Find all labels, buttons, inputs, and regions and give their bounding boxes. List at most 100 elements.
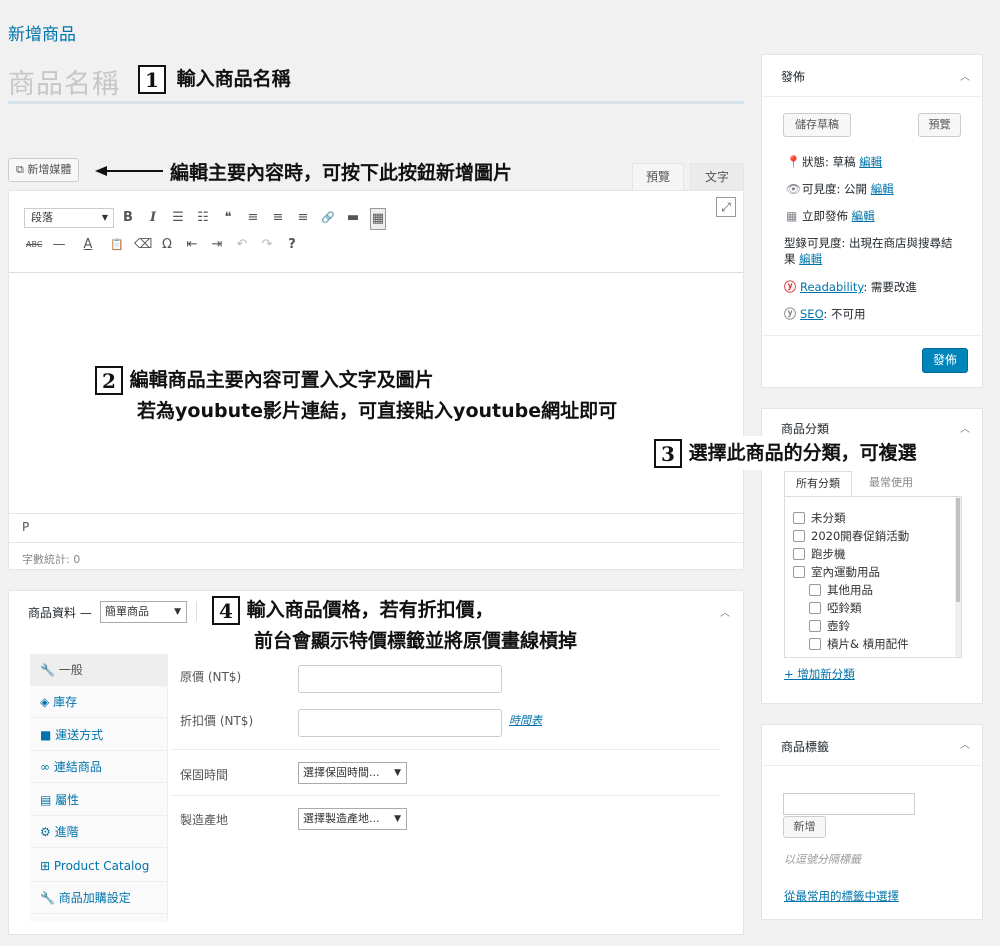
tab-all-categories[interactable]: 所有分類 <box>784 471 852 497</box>
checkbox[interactable] <box>793 530 805 542</box>
category-item[interactable]: 啞鈴類 <box>793 599 961 617</box>
clear-format-icon[interactable]: ⌫ <box>134 235 152 255</box>
readability-link[interactable]: Readability <box>800 280 863 294</box>
link-icon[interactable]: 🔗 <box>320 208 336 230</box>
tab-label: 庫存 <box>53 695 78 709</box>
readability-value: : 需要改進 <box>863 280 917 294</box>
blockquote-icon[interactable]: ❝ <box>220 208 236 230</box>
category-item[interactable]: 未分類 <box>793 509 961 527</box>
edit-schedule-link[interactable]: 編輯 <box>852 209 875 223</box>
checkbox[interactable] <box>793 512 805 524</box>
tag-input[interactable] <box>783 793 915 815</box>
product-type-value: 簡單商品 <box>105 605 149 618</box>
publish-button[interactable]: 發佈 <box>922 348 968 373</box>
format-select[interactable]: 段落 ▼ <box>24 208 114 228</box>
preview-button[interactable]: 預覽 <box>918 113 961 137</box>
product-type-select[interactable]: 簡單商品 ▼ <box>100 601 187 623</box>
list-icon: ▤ <box>40 793 52 807</box>
tab-attributes[interactable]: ▤ 屬性 <box>30 784 168 816</box>
tab-common-categories[interactable]: 最常使用 <box>856 471 926 497</box>
bullet-list-icon[interactable]: ☰ <box>170 208 186 230</box>
word-count: 字數統計: 0 <box>22 553 81 566</box>
read-more-icon[interactable]: ▬ <box>345 208 361 230</box>
italic-icon[interactable]: I <box>145 208 161 230</box>
tab-general[interactable]: 🔧 一般 <box>30 654 168 686</box>
edit-catalog-link[interactable]: 編輯 <box>799 252 822 266</box>
checkbox[interactable] <box>793 548 805 560</box>
annotation-4-line2: 前台會顯示特價標籤並將原價畫線槓掉 <box>254 630 578 652</box>
horizontal-line-icon[interactable]: — <box>51 235 67 255</box>
grid-icon: ⊞ <box>40 859 51 873</box>
fullscreen-icon[interactable]: ⤢ <box>716 197 736 217</box>
word-count-divider <box>9 542 743 543</box>
redo-icon[interactable]: ↷ <box>259 235 275 255</box>
align-center-icon[interactable]: ≡ <box>270 208 286 230</box>
tab-inventory[interactable]: ◈ 庫存 <box>30 686 168 718</box>
edit-status-link[interactable]: 編輯 <box>859 155 882 169</box>
link-icon: ∞ <box>40 760 50 774</box>
category-item[interactable]: 2020開春促銷活動 <box>793 527 961 545</box>
checkbox[interactable] <box>809 638 821 650</box>
help-icon[interactable]: ? <box>284 235 300 255</box>
status-row: 📍狀態: 草稿 編輯 <box>786 154 882 170</box>
category-label: 室內運動用品 <box>811 565 880 579</box>
strikethrough-icon[interactable]: ABC <box>26 235 42 255</box>
category-scroll-thumb[interactable] <box>956 498 960 602</box>
align-left-icon[interactable]: ≡ <box>245 208 261 230</box>
regular-price-input[interactable] <box>298 665 502 693</box>
tab-product-catalog[interactable]: ⊞ Product Catalog <box>30 850 168 882</box>
paste-text-icon[interactable]: 📋 <box>109 235 125 255</box>
annotation-1-text: 輸入商品名稱 <box>176 68 291 90</box>
category-item[interactable]: 其他用品 <box>793 581 961 599</box>
category-item[interactable]: 室內運動用品 <box>793 563 961 581</box>
wrench-icon: 🔧 <box>40 891 55 905</box>
checkbox[interactable] <box>809 584 821 596</box>
sale-price-input[interactable] <box>298 709 502 737</box>
add-tag-button[interactable]: 新增 <box>783 816 826 838</box>
bold-icon[interactable]: B <box>120 208 136 230</box>
category-label: 未分類 <box>811 511 846 525</box>
pricing-divider <box>170 749 721 750</box>
chevron-up-icon[interactable]: ︿ <box>960 420 970 435</box>
editor-status-divider <box>9 513 743 514</box>
visibility-row: 👁可見度: 公開 編輯 <box>786 181 894 197</box>
schedule-link[interactable]: 時間表 <box>509 712 542 728</box>
category-item[interactable]: 壺鈴 <box>793 617 961 635</box>
category-item[interactable]: 槓片& 槓用配件 <box>793 635 961 653</box>
category-label: 2020開春促銷活動 <box>811 529 910 543</box>
numbered-list-icon[interactable]: ☷ <box>195 208 211 230</box>
choose-tags-link[interactable]: 從最常用的標籤中選擇 <box>784 888 899 904</box>
tab-advanced[interactable]: ⚙ 進階 <box>30 816 168 848</box>
arrow-left-icon <box>95 166 163 176</box>
edit-visibility-link[interactable]: 編輯 <box>871 182 894 196</box>
catalog-visibility-label: 型錄可見度: 出現在商店與搜尋結 <box>784 236 953 250</box>
checkbox[interactable] <box>809 602 821 614</box>
checkbox[interactable] <box>809 620 821 632</box>
chevron-up-icon[interactable]: ︿ <box>960 68 970 83</box>
text-color-icon[interactable]: A <box>76 235 100 255</box>
warranty-select[interactable]: 選擇保固時間... ▼ <box>298 762 407 784</box>
align-right-icon[interactable]: ≡ <box>295 208 311 230</box>
seo-link[interactable]: SEO <box>800 307 823 321</box>
tab-visual[interactable]: 預覽 <box>632 163 684 191</box>
undo-icon[interactable]: ↶ <box>234 235 250 255</box>
chevron-up-icon[interactable]: ︿ <box>720 604 730 619</box>
save-draft-button[interactable]: 儲存草稿 <box>783 113 851 137</box>
tab-text[interactable]: 文字 <box>690 163 744 191</box>
tab-addons[interactable]: 🔧 商品加購設定 <box>30 882 168 914</box>
outdent-icon[interactable]: ⇤ <box>184 235 200 255</box>
category-label: 啞鈴類 <box>827 601 862 615</box>
indent-icon[interactable]: ⇥ <box>209 235 225 255</box>
checkbox[interactable] <box>793 566 805 578</box>
tab-shipping[interactable]: ■ 運送方式 <box>30 719 168 751</box>
add-category-link[interactable]: + 增加新分類 <box>784 666 855 682</box>
tab-label: 屬性 <box>55 793 80 807</box>
origin-select[interactable]: 選擇製造產地... ▼ <box>298 808 407 830</box>
add-media-button[interactable]: ⧉ 新增媒體 <box>8 158 80 182</box>
chevron-up-icon[interactable]: ︿ <box>960 736 970 751</box>
catalog-visibility-row: 型錄可見度: 出現在商店與搜尋結 果 編輯 <box>784 235 953 267</box>
special-char-icon[interactable]: Ω <box>159 235 175 255</box>
toolbar-toggle-icon[interactable]: ▦ <box>370 208 386 230</box>
tab-linked-products[interactable]: ∞ 連結商品 <box>30 751 168 783</box>
category-item[interactable]: 跑步機 <box>793 545 961 563</box>
